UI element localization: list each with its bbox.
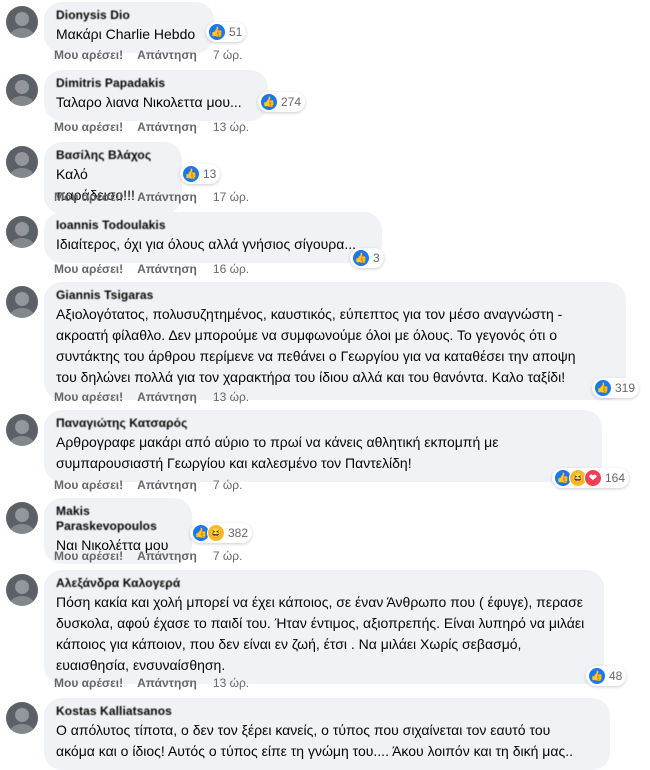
comment-text: Ιδιαίτερος, όχι για όλους αλλά γνήσιος σ… <box>56 236 357 252</box>
reply-button[interactable]: Απάντηση <box>137 390 197 404</box>
reaction-summary[interactable]: 👍 274 <box>258 92 306 112</box>
comment-actions: Μου αρέσει! Απάντηση 13 ώρ. <box>54 676 263 690</box>
like-button[interactable]: Μου αρέσει! <box>54 478 123 492</box>
like-button[interactable]: Μου αρέσει! <box>54 190 123 204</box>
like-icon: 👍 <box>208 23 226 41</box>
like-button[interactable]: Μου αρέσει! <box>54 676 123 690</box>
reaction-summary[interactable]: 👍 319 <box>592 378 640 398</box>
avatar[interactable] <box>6 6 38 38</box>
reaction-summary[interactable]: 👍 51 <box>206 22 247 42</box>
comment-author[interactable]: Dionysis Dio <box>56 8 202 23</box>
comment-timestamp[interactable]: 13 ώρ. <box>213 676 249 690</box>
comment-author[interactable]: Παναγιώτης Κατσαρός <box>56 416 590 431</box>
like-icon: 👍 <box>594 379 612 397</box>
reaction-count: 51 <box>229 25 243 39</box>
reply-button[interactable]: Απάντηση <box>137 262 197 276</box>
comment-timestamp[interactable]: 17 ώρ. <box>213 190 249 204</box>
haha-icon: 😆 <box>207 524 225 542</box>
comment-actions: Μου αρέσει! Απάντηση 13 ώρ. <box>54 390 263 404</box>
reaction-count: 274 <box>281 95 302 109</box>
comment-bubble: Dimitris Papadakis Ταλαρο λιανα Νικολεττα… <box>44 70 268 121</box>
like-button[interactable]: Μου αρέσει! <box>54 390 123 404</box>
comment-bubble: Dionysis Dio Μακάρι Charlie Hebdo <box>44 2 214 53</box>
comment-text: Ο απόλυτος τίποτα, ο δεν τον ξέρει κανεί… <box>56 722 573 759</box>
reaction-summary[interactable]: 👍 😆 382 <box>190 523 253 543</box>
reaction-summary[interactable]: 👍 48 <box>586 666 627 686</box>
comment-author[interactable]: Βασίλης Βλάχος <box>56 148 170 163</box>
reaction-count: 3 <box>373 251 380 265</box>
reply-button[interactable]: Απάντηση <box>137 676 197 690</box>
like-button[interactable]: Μου αρέσει! <box>54 48 123 62</box>
like-icon: 👍 <box>352 249 370 267</box>
comment-actions: Μου αρέσει! Απάντηση 7 ώρ. <box>54 48 256 62</box>
like-button[interactable]: Μου αρέσει! <box>54 549 123 563</box>
comment-text: Αρθρογραφε μακάρι από αύριο το πρωί να κ… <box>56 434 499 471</box>
avatar[interactable] <box>6 286 38 318</box>
reaction-count: 319 <box>615 381 636 395</box>
reply-button[interactable]: Απάντηση <box>137 120 197 134</box>
reaction-count: 48 <box>609 669 623 683</box>
reply-button[interactable]: Απάντηση <box>137 48 197 62</box>
heart-icon: ❤ <box>584 469 602 487</box>
comment-bubble: Giannis Tsigaras Αξιολογότατος, πολυσυζητ… <box>44 282 626 400</box>
comment-actions: Μου αρέσει! Απάντηση 16 ώρ. <box>54 262 263 276</box>
avatar[interactable] <box>6 702 38 734</box>
comment-text: Ταλαρο λιανα Νικολεττα μου... <box>56 94 242 110</box>
avatar[interactable] <box>6 216 38 248</box>
reply-button[interactable]: Απάντηση <box>137 478 197 492</box>
comment-bubble: Kostas Kalliatsanos Ο απόλυτος τίποτα, ο … <box>44 698 610 770</box>
comment-actions: Μου αρέσει! Απάντηση 7 ώρ. <box>54 549 256 563</box>
like-button[interactable]: Μου αρέσει! <box>54 120 123 134</box>
avatar[interactable] <box>6 414 38 446</box>
comment-author[interactable]: Ioannis Todoulakis <box>56 218 370 233</box>
comment-author[interactable]: Makis Paraskevopoulos <box>56 504 180 534</box>
reply-button[interactable]: Απάντηση <box>137 190 197 204</box>
comment-timestamp[interactable]: 13 ώρ. <box>213 120 249 134</box>
reaction-count: 164 <box>605 471 626 485</box>
comment-text: Αξιολογότατος, πολυσυζητημένος, καυστικό… <box>56 306 576 385</box>
reaction-summary[interactable]: 👍 😆 ❤ 164 <box>552 468 630 488</box>
comment-actions: Μου αρέσει! Απάντηση 17 ώρ. <box>54 190 263 204</box>
comment-author[interactable]: Giannis Tsigaras <box>56 288 614 303</box>
avatar[interactable] <box>6 146 38 178</box>
comment-actions: Μου αρέσει! Απάντηση 7 ώρ. <box>54 478 256 492</box>
comment-timestamp[interactable]: 16 ώρ. <box>213 262 249 276</box>
comment-bubble: Αλεξάνδρα Καλογερά Πόση κακία και χολή μπ… <box>44 570 604 684</box>
like-icon: 👍 <box>182 165 200 183</box>
comment-bubble: Ioannis Todoulakis Ιδιαίτερος, όχι για όλ… <box>44 212 382 263</box>
reaction-count: 382 <box>228 526 249 540</box>
comment-timestamp[interactable]: 13 ώρ. <box>213 390 249 404</box>
comment-actions: Μου αρέσει! Απάντηση 13 ώρ. <box>54 120 263 134</box>
like-icon: 👍 <box>260 93 278 111</box>
comment-timestamp[interactable]: 7 ώρ. <box>213 48 243 62</box>
comment-timestamp[interactable]: 7 ώρ. <box>213 478 243 492</box>
comment-author[interactable]: Dimitris Papadakis <box>56 76 256 91</box>
comment-text: Πόση κακία και χολή μπορεί να έχει κάποι… <box>56 594 585 673</box>
comment-bubble: Παναγιώτης Κατσαρός Αρθρογραφε μακάρι από… <box>44 410 602 482</box>
reaction-summary[interactable]: 👍 13 <box>180 164 221 184</box>
like-button[interactable]: Μου αρέσει! <box>54 262 123 276</box>
avatar[interactable] <box>6 574 38 606</box>
avatar[interactable] <box>6 74 38 106</box>
reaction-count: 13 <box>203 167 217 181</box>
comment-author[interactable]: Αλεξάνδρα Καλογερά <box>56 576 592 591</box>
comment-timestamp[interactable]: 7 ώρ. <box>213 549 243 563</box>
comment-author[interactable]: Kostas Kalliatsanos <box>56 704 598 719</box>
avatar[interactable] <box>6 502 38 534</box>
reaction-summary[interactable]: 👍 3 <box>350 248 384 268</box>
like-icon: 👍 <box>588 667 606 685</box>
reply-button[interactable]: Απάντηση <box>137 549 197 563</box>
comment-text: Μακάρι Charlie Hebdo <box>56 26 196 42</box>
